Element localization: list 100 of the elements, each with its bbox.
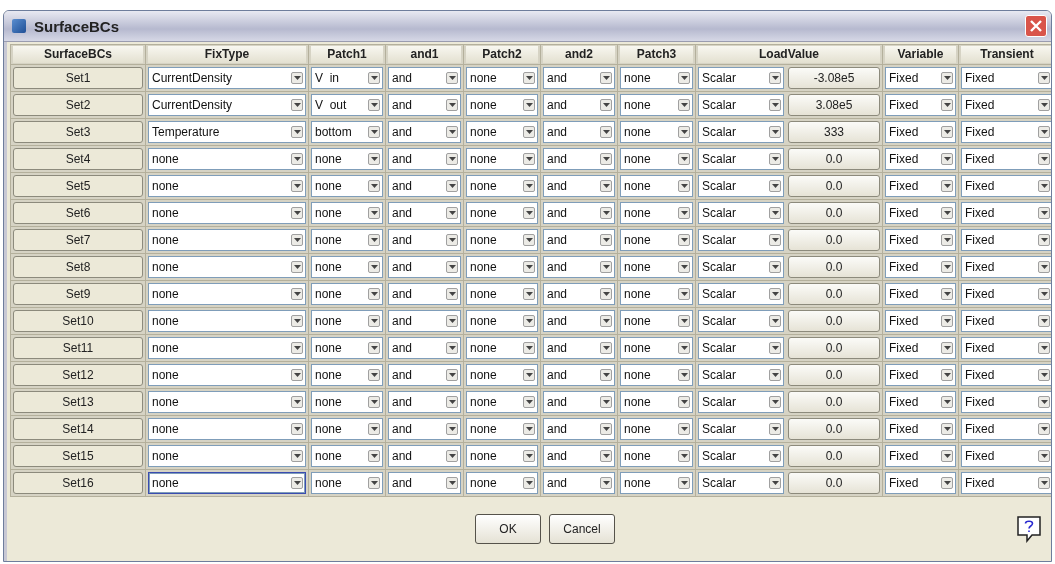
fixtype-dropdown[interactable]: none [148,472,306,494]
load-type-dropdown[interactable]: Scalar [698,418,784,440]
dropdown[interactable]: none [620,67,693,89]
dropdown[interactable]: none [620,445,693,467]
dropdown[interactable]: none [466,418,538,440]
row-button[interactable]: Set1 [13,67,143,89]
load-value-button[interactable]: 0.0 [788,175,880,197]
load-type-dropdown[interactable]: Scalar [698,283,784,305]
dropdown[interactable]: none [620,256,693,278]
load-value-button[interactable]: 0.0 [788,364,880,386]
row-button[interactable]: Set8 [13,256,143,278]
dialog-button[interactable]: OK [475,514,541,544]
column-header[interactable]: and1 [388,46,461,63]
row-button[interactable]: Set9 [13,283,143,305]
dropdown[interactable]: and [388,364,461,386]
load-value-button[interactable]: 0.0 [788,472,880,494]
load-value-button[interactable]: 0.0 [788,445,880,467]
fixtype-dropdown[interactable]: none [148,148,306,170]
load-type-dropdown[interactable]: Scalar [698,94,784,116]
variable-dropdown[interactable]: Fixed [885,283,956,305]
dropdown[interactable]: none [620,364,693,386]
load-type-dropdown[interactable]: Scalar [698,229,784,251]
dropdown[interactable]: and [388,472,461,494]
dropdown[interactable]: and [388,121,461,143]
variable-dropdown[interactable]: Fixed [885,94,956,116]
transient-dropdown[interactable]: Fixed [961,391,1051,413]
dropdown[interactable]: and [543,121,615,143]
fixtype-dropdown[interactable]: none [148,202,306,224]
variable-dropdown[interactable]: Fixed [885,391,956,413]
load-type-dropdown[interactable]: Scalar [698,310,784,332]
transient-dropdown[interactable]: Fixed [961,202,1051,224]
fixtype-dropdown[interactable]: none [148,445,306,467]
load-type-dropdown[interactable]: Scalar [698,148,784,170]
dropdown[interactable]: and [388,202,461,224]
dropdown[interactable]: and [543,229,615,251]
dropdown[interactable]: and [388,256,461,278]
transient-dropdown[interactable]: Fixed [961,337,1051,359]
dropdown[interactable]: none [620,202,693,224]
load-value-button[interactable]: 0.0 [788,418,880,440]
dropdown[interactable]: and [388,391,461,413]
variable-dropdown[interactable]: Fixed [885,202,956,224]
dropdown[interactable]: and [388,148,461,170]
column-header[interactable]: FixType [148,46,306,63]
dropdown[interactable]: none [466,229,538,251]
variable-dropdown[interactable]: Fixed [885,175,956,197]
dropdown[interactable]: none [620,418,693,440]
variable-dropdown[interactable]: Fixed [885,472,956,494]
row-button[interactable]: Set4 [13,148,143,170]
help-icon[interactable] [1016,515,1042,543]
load-value-button[interactable]: 333 [788,121,880,143]
column-header[interactable]: Patch1 [311,46,383,63]
fixtype-dropdown[interactable]: none [148,256,306,278]
dropdown[interactable]: none [466,94,538,116]
load-value-button[interactable]: 0.0 [788,337,880,359]
dialog-button[interactable]: Cancel [549,514,615,544]
transient-dropdown[interactable]: Fixed [961,94,1051,116]
dropdown[interactable]: none [620,121,693,143]
dropdown[interactable]: and [543,391,615,413]
fixtype-dropdown[interactable]: CurrentDensity [148,67,306,89]
load-value-button[interactable]: -3.08e5 [788,67,880,89]
load-type-dropdown[interactable]: Scalar [698,175,784,197]
dropdown[interactable]: V in [311,67,383,89]
fixtype-dropdown[interactable]: Temperature [148,121,306,143]
variable-dropdown[interactable]: Fixed [885,310,956,332]
dropdown[interactable]: none [311,391,383,413]
row-button[interactable]: Set10 [13,310,143,332]
dropdown[interactable]: none [311,337,383,359]
dropdown[interactable]: none [311,472,383,494]
fixtype-dropdown[interactable]: none [148,364,306,386]
load-type-dropdown[interactable]: Scalar [698,445,784,467]
dropdown[interactable]: and [388,283,461,305]
dropdown[interactable]: none [620,337,693,359]
load-type-dropdown[interactable]: Scalar [698,202,784,224]
dropdown[interactable]: and [388,67,461,89]
variable-dropdown[interactable]: Fixed [885,256,956,278]
variable-dropdown[interactable]: Fixed [885,148,956,170]
column-header[interactable]: and2 [543,46,615,63]
dropdown[interactable]: and [388,229,461,251]
variable-dropdown[interactable]: Fixed [885,364,956,386]
dropdown[interactable]: none [311,175,383,197]
dropdown[interactable]: none [466,121,538,143]
fixtype-dropdown[interactable]: none [148,310,306,332]
dropdown[interactable]: and [543,283,615,305]
row-button[interactable]: Set7 [13,229,143,251]
load-value-button[interactable]: 0.0 [788,229,880,251]
load-value-button[interactable]: 0.0 [788,256,880,278]
dropdown[interactable]: and [543,472,615,494]
dropdown[interactable]: V out [311,94,383,116]
column-header[interactable]: Transient [961,46,1051,63]
dropdown[interactable]: none [311,418,383,440]
transient-dropdown[interactable]: Fixed [961,472,1051,494]
dropdown[interactable]: and [543,310,615,332]
dropdown[interactable]: none [466,175,538,197]
variable-dropdown[interactable]: Fixed [885,229,956,251]
load-type-dropdown[interactable]: Scalar [698,256,784,278]
column-header[interactable]: Patch2 [466,46,538,63]
row-button[interactable]: Set5 [13,175,143,197]
transient-dropdown[interactable]: Fixed [961,256,1051,278]
dropdown[interactable]: and [388,445,461,467]
dropdown[interactable]: none [466,391,538,413]
